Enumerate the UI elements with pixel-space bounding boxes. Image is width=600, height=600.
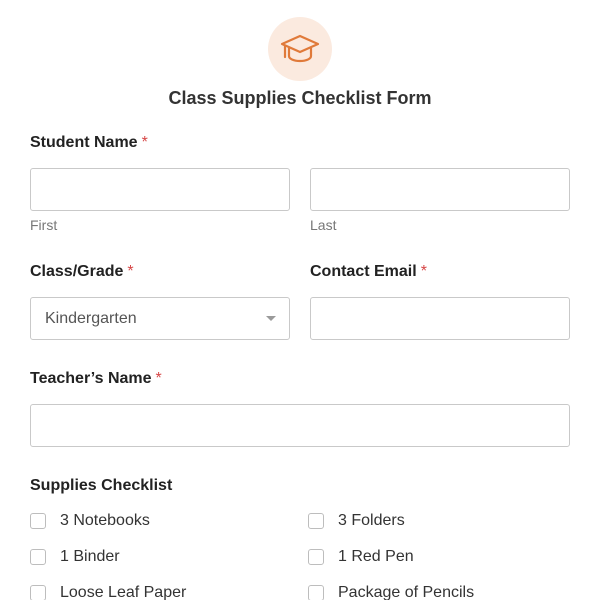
last-name-sublabel: Last xyxy=(310,217,337,233)
supplies-checklist-label: Supplies Checklist xyxy=(30,477,173,494)
checkbox[interactable] xyxy=(308,513,324,529)
class-grade-label-text: Class/Grade xyxy=(30,263,124,280)
last-name-input[interactable] xyxy=(310,168,570,211)
class-grade-selected-value: Kindergarten xyxy=(45,310,137,327)
student-name-label: Student Name * xyxy=(30,134,148,152)
student-name-label-text: Student Name xyxy=(30,134,138,151)
supply-item-label: 3 Notebooks xyxy=(60,512,150,529)
chevron-down-icon xyxy=(266,316,276,321)
supply-item-label: Loose Leaf Paper xyxy=(60,584,187,600)
checkbox[interactable] xyxy=(308,549,324,565)
checkbox[interactable] xyxy=(30,513,46,529)
checkbox[interactable] xyxy=(30,549,46,565)
supply-item-label: 1 Binder xyxy=(60,548,120,565)
required-mark: * xyxy=(155,370,162,387)
required-mark: * xyxy=(141,134,148,151)
form-title: Class Supplies Checklist Form xyxy=(168,88,432,108)
graduation-cap-icon xyxy=(280,34,320,63)
required-mark: * xyxy=(420,263,427,280)
class-grade-select[interactable]: Kindergarten xyxy=(30,297,290,340)
first-name-sublabel: First xyxy=(30,217,58,233)
contact-email-label: Contact Email * xyxy=(310,263,427,281)
supply-item-label: 1 Red Pen xyxy=(338,548,414,565)
teacher-name-label-text: Teacher’s Name xyxy=(30,370,152,387)
class-grade-label: Class/Grade * xyxy=(30,263,134,281)
supply-item-label: 3 Folders xyxy=(338,512,405,529)
contact-email-input[interactable] xyxy=(310,297,570,340)
form-logo xyxy=(268,17,332,81)
checkbox[interactable] xyxy=(308,585,324,600)
teacher-name-label: Teacher’s Name * xyxy=(30,370,162,388)
contact-email-label-text: Contact Email xyxy=(310,263,417,280)
checkbox[interactable] xyxy=(30,585,46,600)
form-page: Class Supplies Checklist Form Student Na… xyxy=(0,0,600,600)
supply-item-label: Package of Pencils xyxy=(338,584,475,600)
first-name-input[interactable] xyxy=(30,168,290,211)
required-mark: * xyxy=(127,263,134,280)
teacher-name-input[interactable] xyxy=(30,404,570,447)
